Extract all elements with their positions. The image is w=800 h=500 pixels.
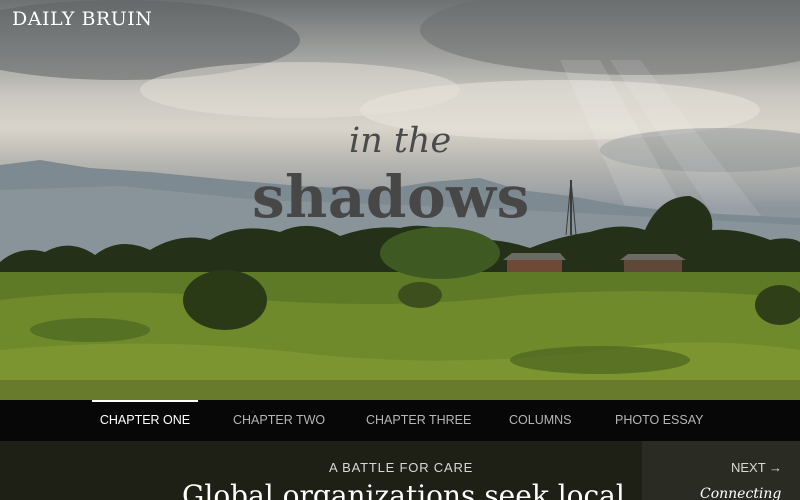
next-button[interactable]: NEXT → [731, 460, 782, 475]
chapter-nav: CHAPTER ONE CHAPTER TWO CHAPTER THREE CO… [0, 400, 800, 441]
article-headline: Global organizations seek local [182, 479, 625, 500]
hero-photo: DAILY BRUIN in the shadows [0, 0, 800, 400]
tab-chapter-three[interactable]: CHAPTER THREE [366, 400, 471, 441]
article-kicker: A BATTLE FOR CARE [329, 460, 474, 475]
tab-columns[interactable]: COLUMNS [509, 400, 572, 441]
tab-photo-essay[interactable]: PHOTO ESSAY [615, 400, 703, 441]
story-title-small: in the [349, 121, 452, 161]
tab-chapter-one[interactable]: CHAPTER ONE [92, 400, 198, 441]
brand-logo[interactable]: DAILY BRUIN [12, 8, 152, 30]
tab-chapter-two[interactable]: CHAPTER TWO [233, 400, 325, 441]
story-title-big: shadows [252, 163, 530, 231]
article-section: A BATTLE FOR CARE Global organizations s… [0, 441, 800, 500]
next-story-title[interactable]: Connecting [700, 486, 781, 500]
